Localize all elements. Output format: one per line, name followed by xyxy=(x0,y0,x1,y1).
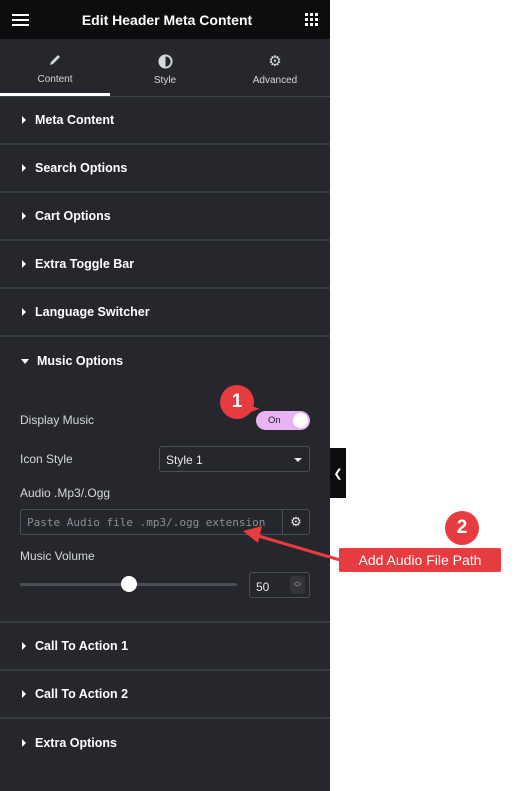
editor-panel: Edit Header Meta Content Content Style ⚙… xyxy=(0,0,330,791)
caret-right-icon xyxy=(22,164,26,172)
chevron-left-icon: ❮ xyxy=(333,467,343,480)
pencil-icon xyxy=(48,50,62,70)
tab-label: Advanced xyxy=(252,75,298,86)
gear-icon: ⚙ xyxy=(290,514,302,529)
section-cart-options[interactable]: Cart Options xyxy=(0,193,330,241)
section-label: Extra Options xyxy=(35,736,117,750)
collapse-panel-button[interactable]: ❮ xyxy=(330,448,346,498)
annotation-badge-1: 1 xyxy=(220,385,254,419)
tab-label: Style xyxy=(153,75,177,86)
section-call-to-action-2[interactable]: Call To Action 2 xyxy=(0,671,330,719)
caret-right-icon xyxy=(22,260,26,268)
contrast-icon xyxy=(157,51,173,71)
section-label: Call To Action 1 xyxy=(35,639,129,653)
annotation-callout: Add Audio File Path xyxy=(339,548,501,572)
caret-right-icon xyxy=(22,739,26,747)
section-search-options[interactable]: Search Options xyxy=(0,145,330,193)
toggle-state-label: On xyxy=(268,415,281,426)
section-label: Music Options xyxy=(37,354,124,368)
caret-right-icon xyxy=(22,212,26,220)
section-label: Search Options xyxy=(35,161,128,175)
audio-label: Audio .Mp3/.Ogg xyxy=(20,486,111,500)
caret-right-icon xyxy=(22,116,26,124)
caret-right-icon xyxy=(22,308,26,316)
tab-content[interactable]: Content xyxy=(0,39,110,96)
caret-right-icon xyxy=(22,642,26,650)
section-language-switcher[interactable]: Language Switcher xyxy=(0,289,330,337)
caret-down-icon xyxy=(21,358,29,364)
caret-right-icon xyxy=(22,690,26,698)
volume-value: 50 xyxy=(256,580,270,594)
section-label: Extra Toggle Bar xyxy=(35,257,135,271)
toggle-knob xyxy=(293,413,308,428)
section-call-to-action-1[interactable]: Call To Action 1 xyxy=(0,623,330,671)
display-music-toggle[interactable]: On xyxy=(256,411,310,430)
section-label: Language Switcher xyxy=(35,305,150,319)
section-extra-options[interactable]: Extra Options xyxy=(0,719,330,767)
icon-style-select[interactable]: Style 1 xyxy=(159,446,310,472)
music-options-header[interactable]: Music Options xyxy=(0,337,330,385)
tab-style[interactable]: Style xyxy=(110,39,220,96)
grid-icon[interactable] xyxy=(304,13,318,26)
section-meta-content[interactable]: Meta Content xyxy=(0,97,330,145)
screenshot-stage: Edit Header Meta Content Content Style ⚙… xyxy=(0,0,516,791)
panel-tabs: Content Style ⚙ Advanced xyxy=(0,39,330,97)
volume-slider-handle[interactable] xyxy=(120,576,137,592)
volume-number-input[interactable]: 50 ︿ ﹀ xyxy=(249,572,310,598)
audio-url-input[interactable] xyxy=(20,509,283,535)
section-label: Cart Options xyxy=(35,209,111,223)
panel-title: Edit Header Meta Content xyxy=(81,11,253,28)
chevron-up-icon[interactable]: ︿ xyxy=(294,578,301,585)
annotation-badge-2: 2 xyxy=(445,511,479,545)
chevron-down-icon xyxy=(294,458,302,462)
section-label: Meta Content xyxy=(35,113,115,127)
tab-label: Content xyxy=(37,73,73,85)
chevron-down-icon[interactable]: ﹀ xyxy=(294,585,301,592)
section-extra-toggle-bar[interactable]: Extra Toggle Bar xyxy=(0,241,330,289)
display-music-label: Display Music xyxy=(20,413,95,427)
panel-header: Edit Header Meta Content xyxy=(0,0,330,39)
dynamic-tags-button[interactable]: ⚙ xyxy=(283,509,310,535)
gear-icon: ⚙ xyxy=(268,53,282,70)
tab-advanced[interactable]: ⚙ Advanced xyxy=(220,39,330,96)
music-volume-label: Music Volume xyxy=(20,549,95,563)
section-label: Call To Action 2 xyxy=(35,687,129,701)
number-spinner[interactable]: ︿ ﹀ xyxy=(290,576,305,594)
icon-style-label: Icon Style xyxy=(20,452,73,466)
icon-style-value: Style 1 xyxy=(166,453,203,467)
hamburger-icon[interactable] xyxy=(12,13,29,26)
